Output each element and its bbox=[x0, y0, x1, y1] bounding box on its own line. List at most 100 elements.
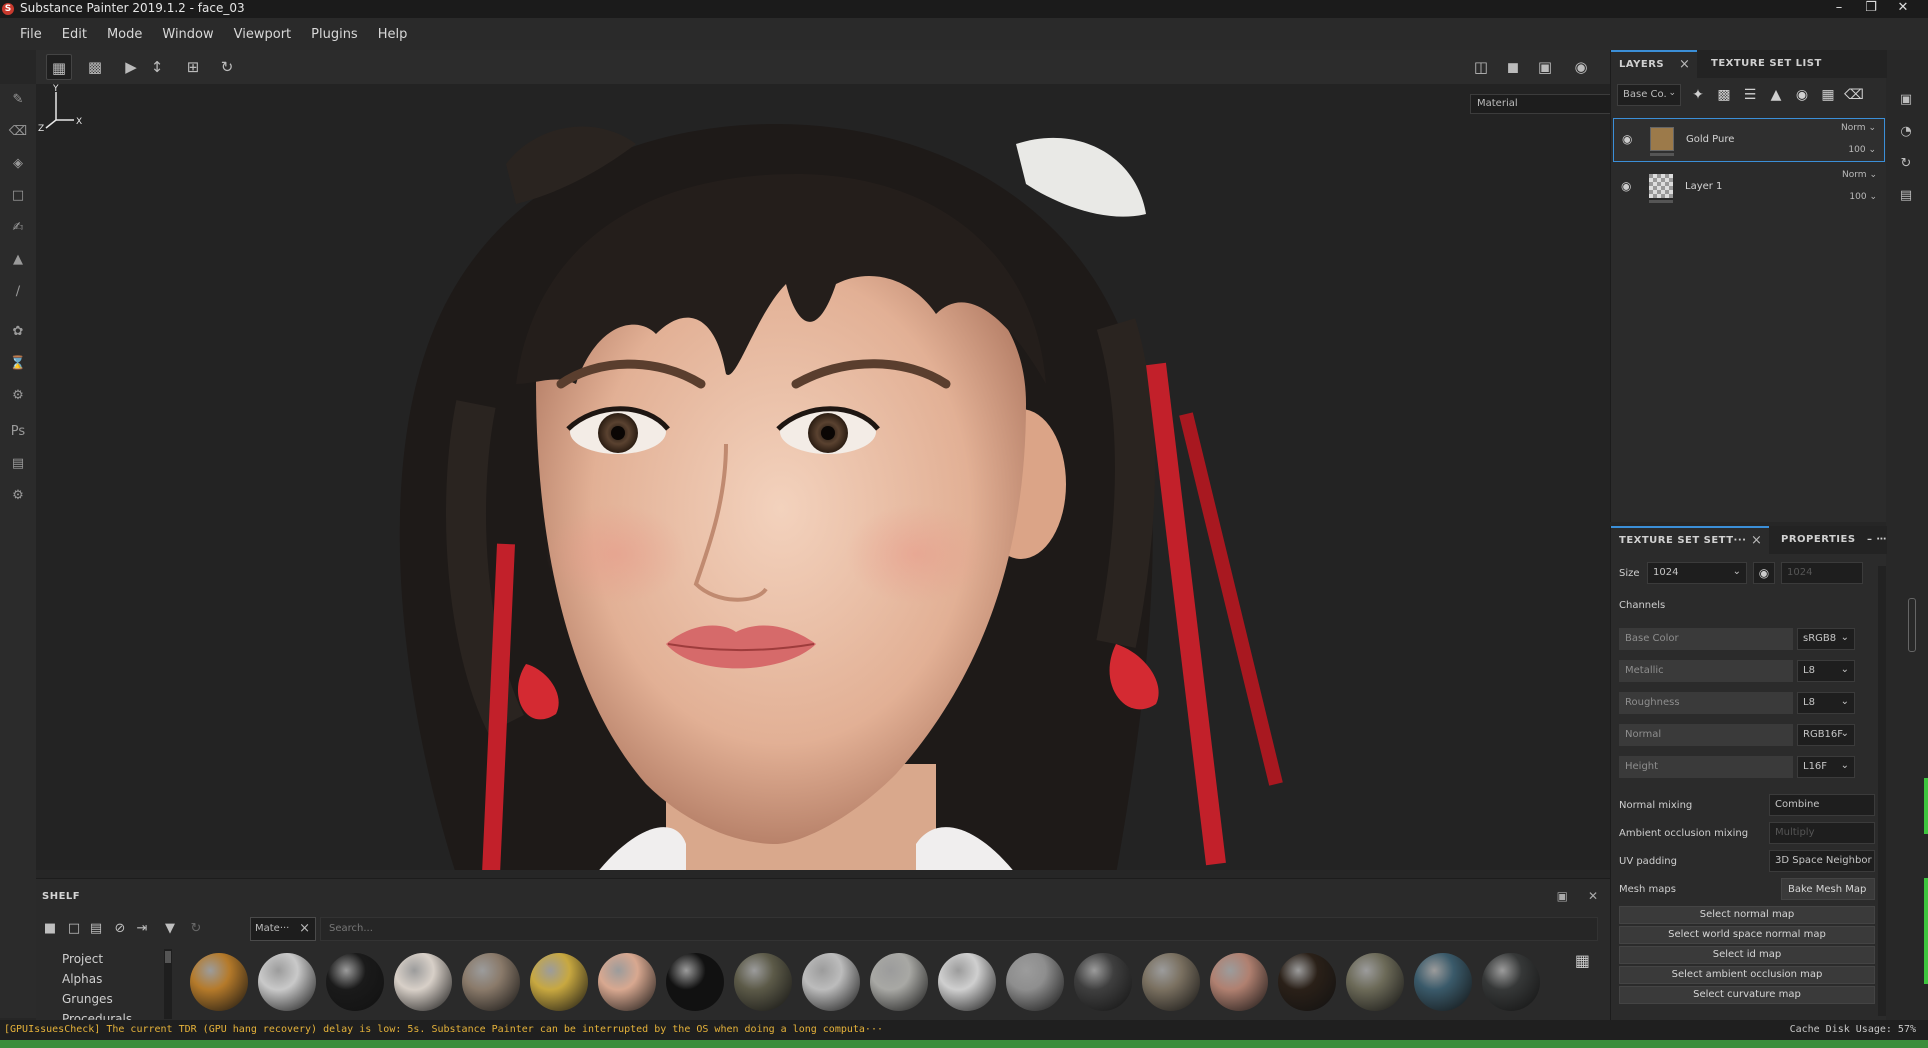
environment-icon[interactable]: ◔ bbox=[1896, 122, 1916, 142]
opacity-select[interactable]: 100 ⌄ bbox=[1848, 145, 1876, 155]
material-filter-tag[interactable]: Mate··· × bbox=[250, 917, 316, 941]
channel-base-color[interactable]: Base Color bbox=[1619, 628, 1793, 650]
display-settings-icon[interactable]: ▣ bbox=[1896, 90, 1916, 110]
history-icon[interactable]: ↻ bbox=[214, 54, 240, 80]
material-thumbnail[interactable] bbox=[802, 953, 860, 1011]
select-normal-map-button[interactable]: Select normal map bbox=[1619, 906, 1875, 924]
shelf-search-input[interactable]: Search... bbox=[320, 917, 1598, 941]
channel-height[interactable]: Height bbox=[1619, 756, 1793, 778]
add-effect-icon[interactable]: ✦ bbox=[1687, 84, 1709, 106]
ao-mixing-select[interactable]: Multiply bbox=[1769, 822, 1875, 844]
projection-icon[interactable]: ◈ bbox=[8, 154, 28, 174]
stack-icon[interactable]: ▤ bbox=[86, 919, 106, 939]
material-thumbnail[interactable] bbox=[1346, 953, 1404, 1011]
add-mask-icon[interactable]: ▩ bbox=[1713, 84, 1735, 106]
material-thumbnail[interactable] bbox=[938, 953, 996, 1011]
channel-select[interactable]: Base Co. ⌄ bbox=[1617, 84, 1681, 106]
filter-icon[interactable]: ▼ bbox=[160, 919, 180, 939]
format-select[interactable]: L8 ⌄ bbox=[1797, 692, 1855, 714]
remove-filter-icon[interactable]: × bbox=[299, 921, 310, 936]
eraser-icon[interactable]: ⌫ bbox=[8, 122, 28, 142]
blend-mode-select[interactable]: Norm ⌄ bbox=[1841, 123, 1876, 133]
close-icon[interactable]: ✕ bbox=[1894, 0, 1912, 18]
material-thumbnail[interactable] bbox=[1482, 953, 1540, 1011]
material-thumbnail[interactable] bbox=[870, 953, 928, 1011]
format-select[interactable]: L8 ⌄ bbox=[1797, 660, 1855, 682]
paint-brush-icon[interactable]: ✎ bbox=[8, 90, 28, 110]
photoshop-export-icon[interactable]: Ps bbox=[8, 422, 28, 442]
menu-plugins[interactable]: Plugins bbox=[301, 18, 368, 50]
color-picker-icon[interactable]: ∕ bbox=[8, 282, 28, 302]
panel-scrollbar[interactable] bbox=[1908, 598, 1916, 652]
grid-mode-icon[interactable]: ▦ bbox=[46, 54, 72, 80]
refresh-icon[interactable]: ↻ bbox=[186, 919, 206, 939]
hourglass-icon[interactable]: ⌛ bbox=[8, 354, 28, 374]
category-grunges[interactable]: Grunges bbox=[62, 989, 132, 1009]
log-icon[interactable]: ▤ bbox=[1896, 186, 1916, 206]
lock-icon[interactable]: ◉ bbox=[1753, 562, 1775, 584]
tile-mode-icon[interactable]: ▩ bbox=[82, 54, 108, 80]
menu-file[interactable]: File bbox=[10, 18, 52, 50]
material-thumbnail[interactable] bbox=[394, 953, 452, 1011]
select-ao-map-button[interactable]: Select ambient occlusion map bbox=[1619, 966, 1875, 984]
menu-window[interactable]: Window bbox=[152, 18, 223, 50]
category-alphas[interactable]: Alphas bbox=[62, 969, 132, 989]
format-select[interactable]: L16F ⌄ bbox=[1797, 756, 1855, 778]
select-world-space-normal-map-button[interactable]: Select world space normal map bbox=[1619, 926, 1875, 944]
material-thumbnail[interactable] bbox=[1006, 953, 1064, 1011]
new-item-icon[interactable]: □ bbox=[64, 919, 84, 939]
normal-mixing-select[interactable]: Combine bbox=[1769, 794, 1875, 816]
format-select[interactable]: sRGB8 ⌄ bbox=[1797, 628, 1855, 650]
plugin-settings-icon[interactable]: ⚙ bbox=[8, 486, 28, 506]
material-thumbnail[interactable] bbox=[1414, 953, 1472, 1011]
blend-mode-select[interactable]: Norm ⌄ bbox=[1842, 170, 1877, 180]
history-panel-icon[interactable]: ↻ bbox=[1896, 154, 1916, 174]
maximize-icon[interactable]: ❐ bbox=[1862, 0, 1880, 18]
menu-help[interactable]: Help bbox=[368, 18, 418, 50]
screenshot-icon[interactable]: ◉ bbox=[1568, 54, 1594, 80]
menu-mode[interactable]: Mode bbox=[97, 18, 152, 50]
material-thumbnail[interactable] bbox=[326, 953, 384, 1011]
layer-gold-pure[interactable]: ◉ Gold Pure Norm ⌄ 100 ⌄ bbox=[1613, 118, 1885, 162]
export-document-icon[interactable]: ▤ bbox=[8, 454, 28, 474]
grid-view-icon[interactable]: ▦ bbox=[1575, 951, 1590, 970]
material-thumbnail[interactable] bbox=[1142, 953, 1200, 1011]
close-tab-icon[interactable]: × bbox=[1751, 528, 1762, 554]
display-mode-select[interactable]: Material ⌄ bbox=[1470, 94, 1610, 114]
tss-scrollbar[interactable] bbox=[1878, 566, 1886, 1016]
add-frame-icon[interactable]: ⊞ bbox=[180, 54, 206, 80]
material-thumbnail[interactable] bbox=[1278, 953, 1336, 1011]
select-curvature-map-button[interactable]: Select curvature map bbox=[1619, 986, 1875, 1004]
material-thumbnail[interactable] bbox=[666, 953, 724, 1011]
tab-properties[interactable]: PROPERTIES bbox=[1773, 526, 1863, 554]
add-layer-icon[interactable]: ☰ bbox=[1739, 84, 1761, 106]
add-smart-material-icon[interactable]: ◉ bbox=[1791, 84, 1813, 106]
size-select[interactable]: 1024 ⌄ bbox=[1647, 562, 1747, 584]
camera-icon[interactable]: ▣ bbox=[1532, 54, 1558, 80]
symmetry-icon[interactable]: ▶ bbox=[118, 54, 144, 80]
category-project[interactable]: Project bbox=[62, 949, 132, 969]
polygon-fill-icon[interactable]: □ bbox=[8, 186, 28, 206]
menu-viewport[interactable]: Viewport bbox=[224, 18, 302, 50]
smudge-icon[interactable]: ✍ bbox=[8, 218, 28, 238]
bake-mesh-maps-button[interactable]: Bake Mesh Map bbox=[1781, 878, 1875, 900]
add-folder-icon[interactable]: ▦ bbox=[1817, 84, 1839, 106]
3d-viewport[interactable]: Material ⌄ Y X Z bbox=[36, 84, 1610, 870]
uv-padding-select[interactable]: 3D Space Neighbor bbox=[1769, 850, 1875, 872]
channel-roughness[interactable]: Roughness bbox=[1619, 692, 1793, 714]
hide-icon[interactable]: ⊘ bbox=[110, 919, 130, 939]
category-scrollbar[interactable] bbox=[164, 949, 172, 1019]
close-tab-icon[interactable]: × bbox=[1679, 52, 1690, 78]
minimize-icon[interactable]: – bbox=[1830, 0, 1848, 18]
viewport-3d-icon[interactable]: ◼ bbox=[1500, 54, 1526, 80]
material-thumbnail[interactable] bbox=[1074, 953, 1132, 1011]
tab-texture-set-settings[interactable]: TEXTURE SET SETT··· × bbox=[1611, 526, 1769, 554]
mirror-icon[interactable]: ↕ bbox=[144, 54, 170, 80]
channel-metallic[interactable]: Metallic bbox=[1619, 660, 1793, 682]
tab-layers[interactable]: LAYERS × bbox=[1611, 50, 1697, 78]
channel-normal[interactable]: Normal bbox=[1619, 724, 1793, 746]
layer-1[interactable]: ◉ Layer 1 Norm ⌄ 100 ⌄ bbox=[1613, 166, 1885, 210]
add-fill-layer-icon[interactable]: ▲ bbox=[1765, 84, 1787, 106]
material-thumbnail[interactable] bbox=[734, 953, 792, 1011]
format-select[interactable]: RGB16F ⌄ bbox=[1797, 724, 1855, 746]
